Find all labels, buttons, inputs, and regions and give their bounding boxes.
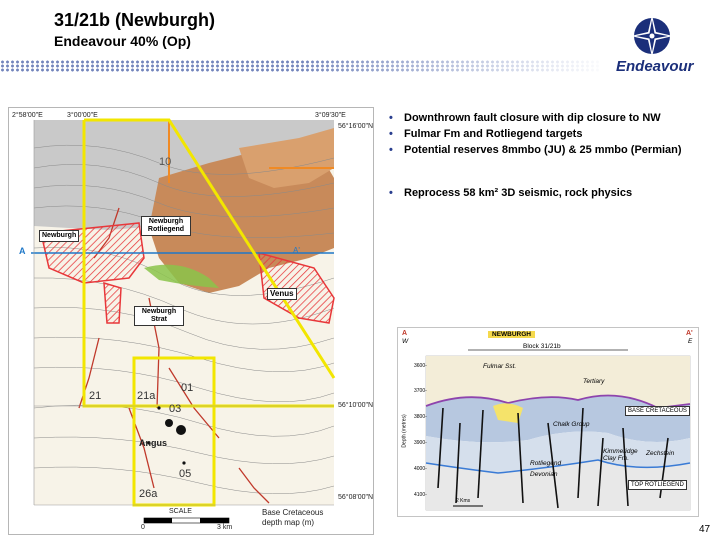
depth-tick: 4100-: [414, 492, 427, 498]
scale-bar: [143, 517, 230, 524]
logo-wordmark: Endeavour: [616, 58, 694, 75]
devonian-label: Devonian: [530, 471, 558, 478]
page-number: 47: [699, 524, 711, 535]
block-number: 10: [159, 156, 172, 168]
compass-logo-icon: [631, 15, 673, 57]
bullet-icon: •: [389, 112, 393, 124]
venus-tag: Venus: [267, 288, 297, 300]
section-scale: 2 Kms: [456, 498, 471, 504]
bullet-icon: •: [389, 187, 393, 199]
block-label: Block 31/21b: [523, 343, 561, 350]
depth-tick: 3700-: [414, 388, 427, 394]
block-number: 21a: [137, 390, 156, 402]
newburgh-tag: Newburgh: [39, 230, 80, 242]
zechstein-label: Zechstein: [646, 450, 675, 457]
depth-map: 2°58'00"E 3°00'00"E 3°09'30"E 56°16'00"N…: [8, 107, 374, 535]
section-start-label: A: [19, 246, 26, 256]
bullet-item: • Potential reserves 8mmbo (JU) & 25 mmbo…: [389, 144, 682, 156]
newburgh-tag: NEWBURGH: [488, 331, 535, 338]
bullet-icon: •: [389, 128, 393, 140]
slide-subtitle: Endeavour 40% (Op): [54, 33, 191, 49]
top-rotliegend-box: TOP ROTLIEGEND: [628, 480, 687, 490]
fulmar-label: Fulmar Sst.: [483, 363, 517, 370]
chalk-label: Chalk Group: [553, 421, 590, 428]
scale-start: 0: [141, 524, 145, 531]
kimmeridge-label: Kimmeridge Clay Fm.: [603, 448, 638, 462]
scale-title: SCALE: [169, 508, 192, 515]
map-caption: Base Cretaceous depth map (m): [262, 508, 324, 527]
west-label: W: [402, 338, 409, 345]
block-number: 26a: [139, 488, 158, 500]
newburgh-strat-tag: Newburgh Strat: [134, 306, 184, 326]
base-cretaceous-box: BASE CRETACEOUS: [625, 406, 690, 416]
depth-axis-label: Depth (metres): [401, 414, 408, 448]
section-end-label: A': [686, 330, 693, 337]
section-start-label: A: [402, 330, 408, 337]
angus-label: Angus: [139, 438, 167, 448]
depth-tick: 3900-: [414, 440, 427, 446]
bullet-item: • Reprocess 58 km² 3D seismic, rock physi…: [389, 187, 633, 199]
rotliegend-label: Rotliegend: [530, 460, 562, 467]
bullet-item: • Fulmar Fm and Rotliegend targets: [389, 128, 583, 140]
cross-section: A W A' E NEWBURGH Block 31/21b Depth (me…: [397, 327, 699, 517]
slide-title: 31/21b (Newburgh): [54, 10, 216, 30]
depth-tick: 4000-: [414, 466, 427, 472]
newburgh-rotliegend-tag: Newburgh Rotliegend: [141, 216, 191, 236]
depth-tick: 3800-: [414, 414, 427, 420]
block-number: 03: [169, 403, 182, 415]
block-number: 01: [181, 382, 194, 394]
bullet-icon: •: [389, 144, 393, 156]
section-end-label: A': [293, 246, 300, 255]
tertiary-label: Tertiary: [583, 378, 605, 385]
bullet-item: • Downthrown fault closure with dip closu…: [389, 112, 661, 124]
block-number: 05: [179, 468, 192, 480]
bullet-list: • Downthrown fault closure with dip closu…: [388, 112, 708, 203]
strat-prospect: [103, 281, 122, 324]
block-number: 21: [89, 390, 102, 402]
scale-end: 3 km: [217, 524, 233, 531]
east-label: E: [688, 338, 693, 345]
depth-tick: 3600-: [414, 363, 427, 369]
